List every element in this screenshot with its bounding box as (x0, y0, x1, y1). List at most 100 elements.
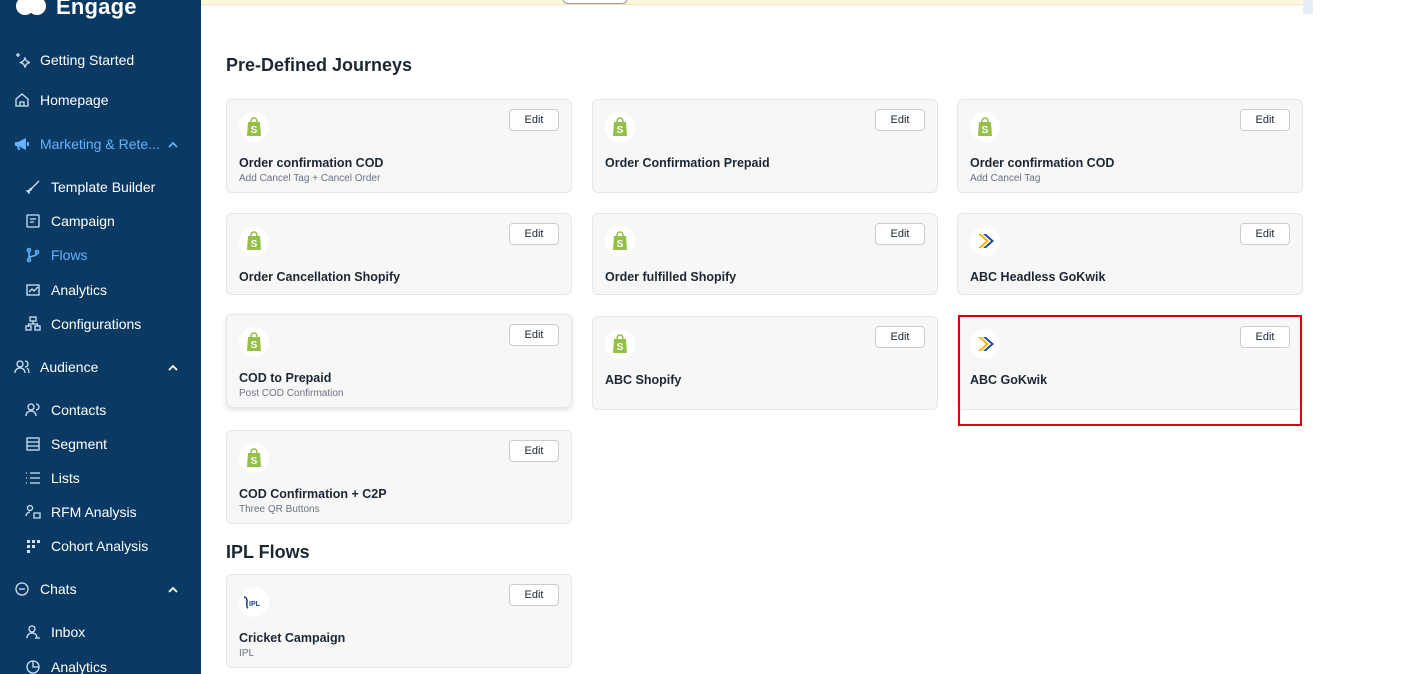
edit-button[interactable]: Edit (509, 440, 559, 462)
sidebar-item-label: Audience (40, 359, 99, 375)
journey-card[interactable]: S Edit ABC Shopify (592, 316, 938, 410)
top-banner-button[interactable] (562, 0, 628, 4)
sidebar-item-label: Chats (40, 581, 77, 597)
chevron-up-icon[interactable] (165, 137, 179, 151)
sidebar-item-flows[interactable]: Flows (0, 241, 201, 269)
card-title: ABC Shopify (605, 373, 682, 387)
sidebar-item-label: Analytics (51, 282, 108, 298)
edit-button[interactable]: Edit (875, 223, 925, 245)
sidebar-item-audience[interactable]: Audience (0, 353, 201, 381)
sidebar-item-label: Cohort Analysis (51, 538, 149, 554)
sidebar-item-contacts[interactable]: Contacts (0, 396, 201, 424)
journey-card[interactable]: S Edit Order Confirmation Prepaid (592, 99, 938, 193)
card-title: Order fulfilled Shopify (605, 270, 737, 284)
sidebar-item-campaign[interactable]: Campaign (0, 207, 201, 235)
edit-button[interactable]: Edit (509, 109, 559, 131)
sidebar-item-segment[interactable]: Segment (0, 430, 201, 458)
journey-card[interactable]: S Edit Order confirmation COD Add Cancel… (957, 99, 1303, 193)
journey-card[interactable]: S Edit Order fulfilled Shopify (592, 213, 938, 295)
sidebar-item-homepage[interactable]: Homepage (0, 86, 201, 114)
journey-card[interactable]: S Edit COD to Prepaid Post COD Confirmat… (226, 314, 572, 408)
rfm-icon (25, 504, 41, 520)
card-title: ABC GoKwik (970, 373, 1048, 387)
edit-button[interactable]: Edit (509, 223, 559, 245)
svg-text:S: S (982, 125, 989, 136)
edit-button[interactable]: Edit (875, 326, 925, 348)
shopify-logo-icon: S (239, 226, 269, 256)
journey-card[interactable]: S Edit Order Cancellation Shopify (226, 213, 572, 295)
card-subtitle: Three QR Buttons (239, 504, 320, 515)
sidebar-item-chat-analytics[interactable]: Analytics (0, 653, 201, 674)
sidebar-item-label: Segment (51, 436, 108, 452)
svg-text:IPL: IPL (249, 601, 261, 608)
svg-text:S: S (251, 456, 258, 467)
card-title: Order confirmation COD (970, 156, 1115, 170)
top-banner (201, 0, 1313, 5)
chevron-up-icon[interactable] (165, 582, 179, 596)
sidebar-item-label: Getting Started (40, 52, 135, 68)
sidebar-item-configurations[interactable]: Configurations (0, 310, 201, 338)
sidebar-item-lists[interactable]: Lists (0, 464, 201, 492)
sidebar-item-rfm-analysis[interactable]: RFM Analysis (0, 498, 201, 526)
sidebar-item-analytics[interactable]: Analytics (0, 276, 201, 304)
card-title: COD to Prepaid (239, 371, 332, 385)
svg-text:S: S (617, 342, 624, 353)
journey-card[interactable]: S Edit COD Confirmation + C2P Three QR B… (226, 430, 572, 524)
ipl-logo-icon: IPL (239, 587, 269, 617)
shopify-logo-icon: S (605, 226, 635, 256)
sidebar-item-cohort-analysis[interactable]: Cohort Analysis (0, 532, 201, 560)
card-title: COD Confirmation + C2P (239, 487, 387, 501)
card-title: ABC Headless GoKwik (970, 270, 1106, 284)
flow-icon (25, 247, 41, 263)
shopify-logo-icon: S (239, 327, 269, 357)
sidebar-item-label: Contacts (51, 402, 107, 418)
card-subtitle: Add Cancel Tag + Cancel Order (239, 173, 381, 184)
ipl-card[interactable]: IPL Edit Cricket Campaign IPL (226, 574, 572, 668)
sidebar-item-label: Flows (51, 247, 88, 263)
journey-card[interactable]: Edit ABC GoKwik (957, 316, 1303, 410)
journey-card[interactable]: Edit ABC Headless GoKwik (957, 213, 1303, 295)
chevron-up-icon[interactable] (165, 360, 179, 374)
app-logo[interactable]: Engage (16, 0, 137, 22)
edit-button[interactable]: Edit (1240, 109, 1290, 131)
svg-text:S: S (251, 239, 258, 250)
sidebar-item-label: Configurations (51, 316, 142, 332)
svg-text:S: S (251, 340, 258, 351)
sidebar-item-chats[interactable]: Chats (0, 575, 201, 603)
edit-button[interactable]: Edit (509, 584, 559, 606)
sidebar-item-template-builder[interactable]: Template Builder (0, 173, 201, 201)
sidebar-item-label: Homepage (40, 92, 109, 108)
logo-text: Engage (56, 0, 137, 19)
sparkle-icon (14, 52, 30, 68)
chart-icon (25, 282, 41, 298)
sidebar: Engage Getting Started Homepage Marketin… (0, 0, 201, 674)
edit-button[interactable]: Edit (1240, 223, 1290, 245)
edit-button[interactable]: Edit (875, 109, 925, 131)
logo-mark-icon (16, 0, 50, 17)
card-title: Order Confirmation Prepaid (605, 156, 770, 170)
svg-text:S: S (617, 125, 624, 136)
shopify-logo-icon: S (605, 329, 635, 359)
gokwik-logo-icon (970, 226, 1000, 256)
sidebar-item-inbox[interactable]: Inbox (0, 618, 201, 646)
shopify-logo-icon: S (239, 112, 269, 142)
edit-button[interactable]: Edit (1240, 326, 1290, 348)
brush-icon (25, 179, 41, 195)
gokwik-logo-icon (970, 329, 1000, 359)
list-icon (25, 470, 41, 486)
shopify-logo-icon: S (239, 443, 269, 473)
chat-icon (14, 581, 30, 597)
sidebar-item-label: Lists (51, 470, 80, 486)
card-subtitle: Add Cancel Tag (970, 173, 1041, 184)
people-icon (14, 359, 30, 375)
svg-text:S: S (251, 125, 258, 136)
edit-button[interactable]: Edit (509, 324, 559, 346)
sidebar-item-label: Inbox (51, 624, 86, 640)
sidebar-item-marketing[interactable]: Marketing & Rete... (0, 130, 201, 158)
contacts-icon (25, 402, 41, 418)
sidebar-item-getting-started[interactable]: Getting Started (0, 46, 201, 74)
journey-card[interactable]: S Edit Order confirmation COD Add Cancel… (226, 99, 572, 193)
svg-text:S: S (617, 239, 624, 250)
sidebar-item-label: Marketing & Rete... (40, 136, 160, 152)
home-icon (14, 92, 30, 108)
